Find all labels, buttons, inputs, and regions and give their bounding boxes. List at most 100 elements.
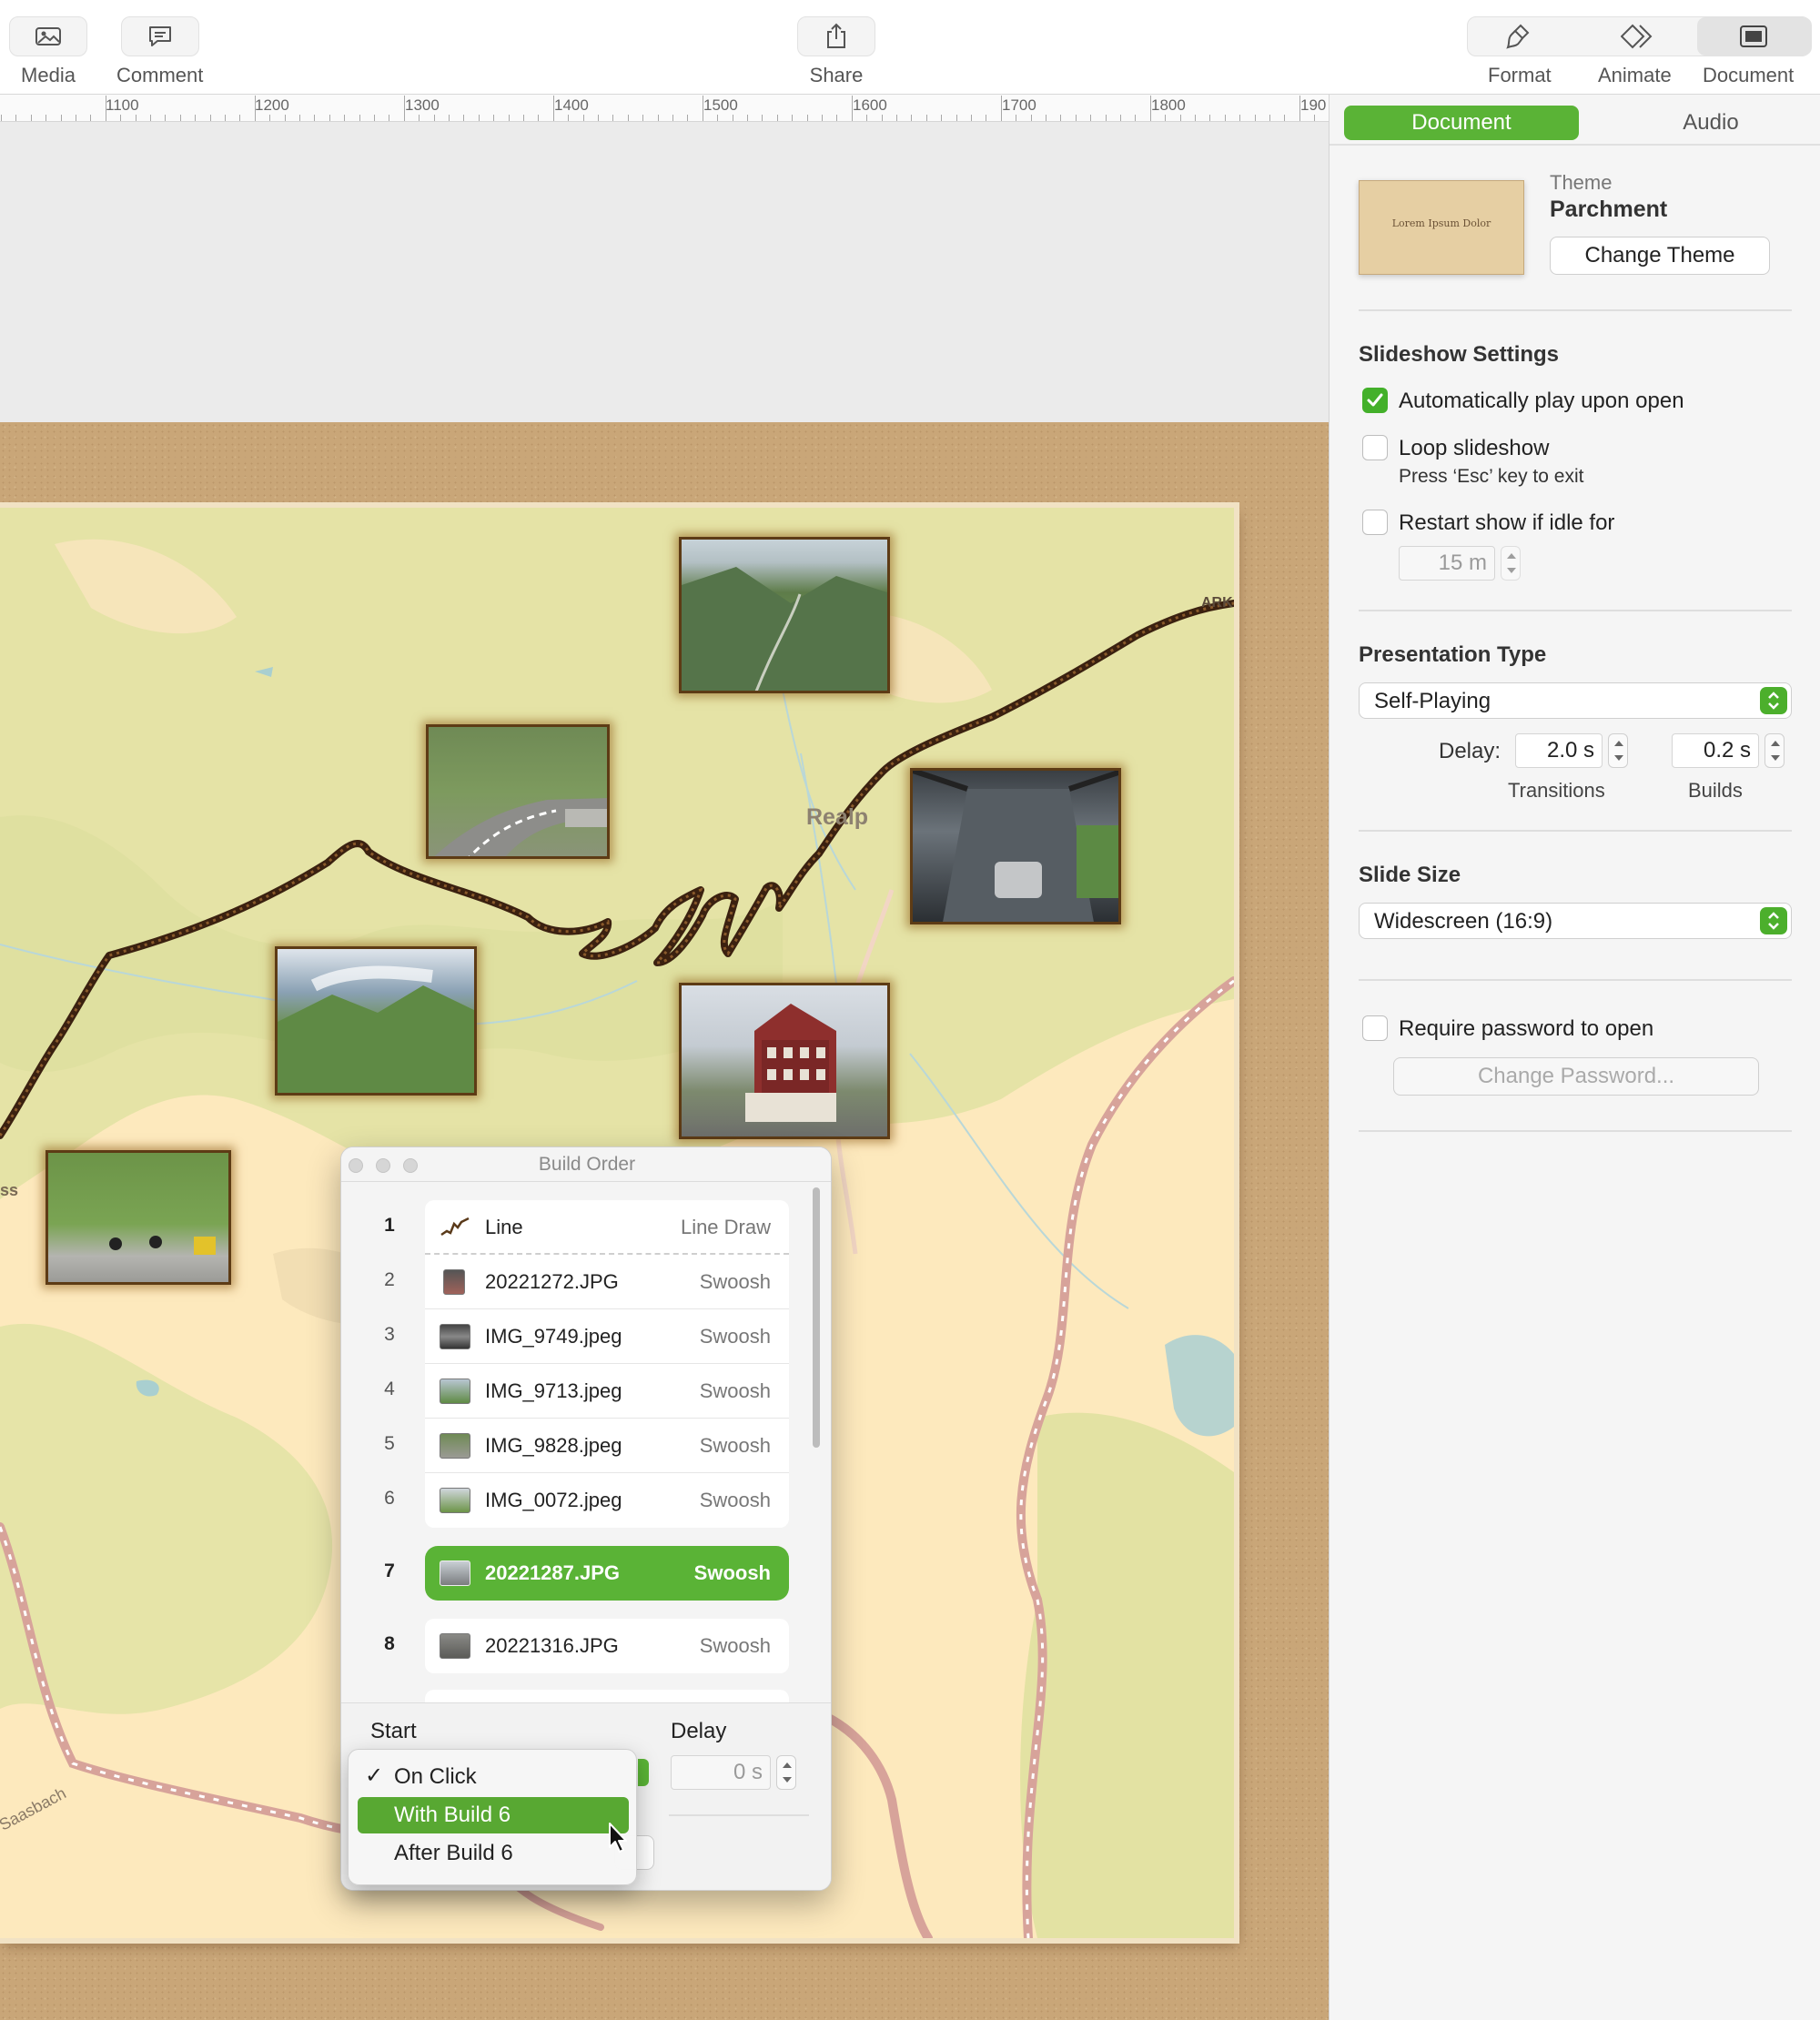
ruler-tick bbox=[1179, 115, 1181, 121]
theme-thumbnail-text: Lorem Ipsum Dolor bbox=[1391, 217, 1491, 229]
menu-item-on-click[interactable]: On Click bbox=[358, 1759, 629, 1795]
photo-valley[interactable] bbox=[679, 537, 890, 693]
map-label-ss: ss bbox=[0, 1181, 19, 1199]
change-password-button[interactable]: Change Password... bbox=[1393, 1057, 1759, 1096]
build-row-effect: Swoosh bbox=[699, 1325, 771, 1348]
format-button[interactable]: Format bbox=[1488, 64, 1552, 87]
idle-time-field[interactable]: 15 m bbox=[1399, 546, 1495, 581]
transitions-delay-stepper[interactable] bbox=[1608, 733, 1628, 768]
build-row-effect: Swoosh bbox=[693, 1561, 771, 1584]
ruler-tick bbox=[165, 115, 167, 121]
transitions-delay-field[interactable]: 2.0 s bbox=[1515, 733, 1603, 768]
share-button[interactable]: Share bbox=[797, 16, 875, 87]
ruler-tick bbox=[120, 115, 122, 121]
build-row-selected[interactable]: 20221287.JPG Swoosh bbox=[425, 1546, 789, 1601]
photo-train-car[interactable] bbox=[910, 768, 1121, 924]
build-row-number: 8 bbox=[384, 1633, 395, 1654]
restart-idle-checkbox[interactable] bbox=[1362, 510, 1388, 535]
ruler-tick bbox=[150, 115, 151, 121]
build-row[interactable]: 20221316.JPG Swoosh bbox=[425, 1619, 789, 1673]
slide-size-popup[interactable]: Widescreen (16:9) bbox=[1359, 903, 1792, 939]
ruler-tick bbox=[314, 115, 316, 121]
ruler-tick bbox=[925, 115, 927, 121]
build-row-number: 2 bbox=[384, 1269, 395, 1290]
photo-mountain-pass[interactable] bbox=[275, 946, 477, 1096]
idle-time-stepper[interactable] bbox=[1501, 546, 1521, 581]
ruler-tick bbox=[478, 115, 480, 121]
media-button[interactable]: Media bbox=[9, 16, 87, 87]
ruler-label: 1300 bbox=[405, 96, 440, 114]
media-label: Media bbox=[21, 64, 76, 86]
mouse-cursor-icon bbox=[608, 1822, 630, 1859]
photo-road[interactable] bbox=[426, 724, 610, 859]
build-row-number: 6 bbox=[384, 1488, 395, 1509]
animate-button[interactable]: Animate bbox=[1598, 64, 1672, 87]
diamond-icon[interactable] bbox=[1620, 23, 1653, 55]
menu-item-after-build-6[interactable]: After Build 6 bbox=[358, 1835, 629, 1872]
loop-slideshow-checkbox[interactable] bbox=[1362, 435, 1388, 460]
horizontal-ruler[interactable]: 1100 1200 1300 1400 1500 1600 1700 1800 … bbox=[0, 95, 1329, 122]
ruler-tick bbox=[1239, 115, 1241, 121]
ruler-tick bbox=[449, 115, 450, 121]
ruler-tick bbox=[284, 115, 286, 121]
ruler-tick bbox=[717, 115, 719, 121]
ruler-label: 1100 bbox=[106, 96, 139, 114]
ruler-tick bbox=[627, 115, 629, 121]
build-row[interactable]: IMG_0072.jpeg Swoosh bbox=[425, 1473, 789, 1528]
ruler-tick bbox=[15, 115, 17, 121]
divider bbox=[1359, 830, 1792, 832]
build-row[interactable]: IMG_9828.jpeg Swoosh bbox=[425, 1419, 789, 1473]
comment-icon bbox=[120, 16, 199, 56]
ruler-label: 190 bbox=[1300, 96, 1327, 114]
ruler-tick bbox=[612, 115, 614, 121]
build-row[interactable]: 20221272.JPG Swoosh bbox=[425, 1255, 789, 1309]
build-delay-stepper[interactable] bbox=[776, 1755, 796, 1790]
ruler-tick bbox=[269, 115, 271, 121]
require-password-checkbox[interactable] bbox=[1362, 1015, 1388, 1041]
ruler-tick bbox=[941, 115, 943, 121]
divider bbox=[1359, 309, 1792, 311]
ruler-tick bbox=[1090, 115, 1092, 121]
document-button[interactable]: Document bbox=[1703, 64, 1794, 87]
theme-thumbnail[interactable]: Lorem Ipsum Dolor bbox=[1359, 180, 1524, 275]
photo-hotel-building[interactable] bbox=[679, 983, 890, 1139]
build-list-scrollbar[interactable] bbox=[811, 1187, 822, 1693]
tab-document[interactable]: Document bbox=[1344, 106, 1579, 140]
ruler-label: 1200 bbox=[255, 96, 289, 114]
build-row-effect: Swoosh bbox=[699, 1634, 771, 1657]
auto-play-checkbox[interactable] bbox=[1362, 388, 1388, 413]
photo-cyclists[interactable] bbox=[46, 1150, 231, 1285]
ruler-tick bbox=[1269, 115, 1270, 121]
document-icon[interactable] bbox=[1739, 25, 1768, 53]
tab-audio[interactable]: Audio bbox=[1593, 106, 1820, 140]
image-thumbnail bbox=[440, 1488, 470, 1513]
menu-item-with-build-6[interactable]: With Build 6 bbox=[358, 1797, 629, 1833]
image-thumbnail bbox=[440, 1633, 470, 1659]
build-row[interactable]: IMG_9713.jpeg Swoosh bbox=[425, 1364, 789, 1419]
scrollbar-thumb[interactable] bbox=[813, 1187, 820, 1448]
ruler-tick bbox=[851, 96, 853, 121]
presentation-delay-label: Delay: bbox=[1439, 739, 1502, 763]
ruler-tick bbox=[792, 115, 794, 121]
builds-delay-stepper[interactable] bbox=[1764, 733, 1785, 768]
change-theme-button[interactable]: Change Theme bbox=[1550, 237, 1770, 275]
build-row[interactable]: IMG_9749.jpeg Swoosh bbox=[425, 1309, 789, 1364]
paintbrush-icon[interactable] bbox=[1504, 23, 1532, 55]
map-label-realp: Realp bbox=[806, 804, 869, 830]
ruler-tick bbox=[209, 115, 211, 121]
checkmark-icon bbox=[1367, 393, 1383, 407]
ruler-tick bbox=[687, 115, 689, 121]
ruler-tick bbox=[1165, 115, 1167, 121]
build-order-titlebar[interactable]: Build Order bbox=[341, 1147, 831, 1182]
presentation-type-popup[interactable]: Self-Playing bbox=[1359, 682, 1792, 719]
image-thumbnail bbox=[440, 1379, 470, 1404]
build-delay-field[interactable]: 0 s bbox=[671, 1755, 771, 1790]
start-label: Start bbox=[370, 1719, 417, 1743]
share-label: Share bbox=[809, 64, 864, 86]
start-popup-edge[interactable] bbox=[638, 1759, 649, 1786]
builds-delay-field[interactable]: 0.2 s bbox=[1672, 733, 1759, 768]
comment-button[interactable]: Comment bbox=[116, 16, 203, 87]
ruler-tick bbox=[254, 96, 256, 121]
build-row[interactable]: Line Line Draw bbox=[425, 1200, 789, 1255]
ruler-tick bbox=[971, 115, 972, 121]
